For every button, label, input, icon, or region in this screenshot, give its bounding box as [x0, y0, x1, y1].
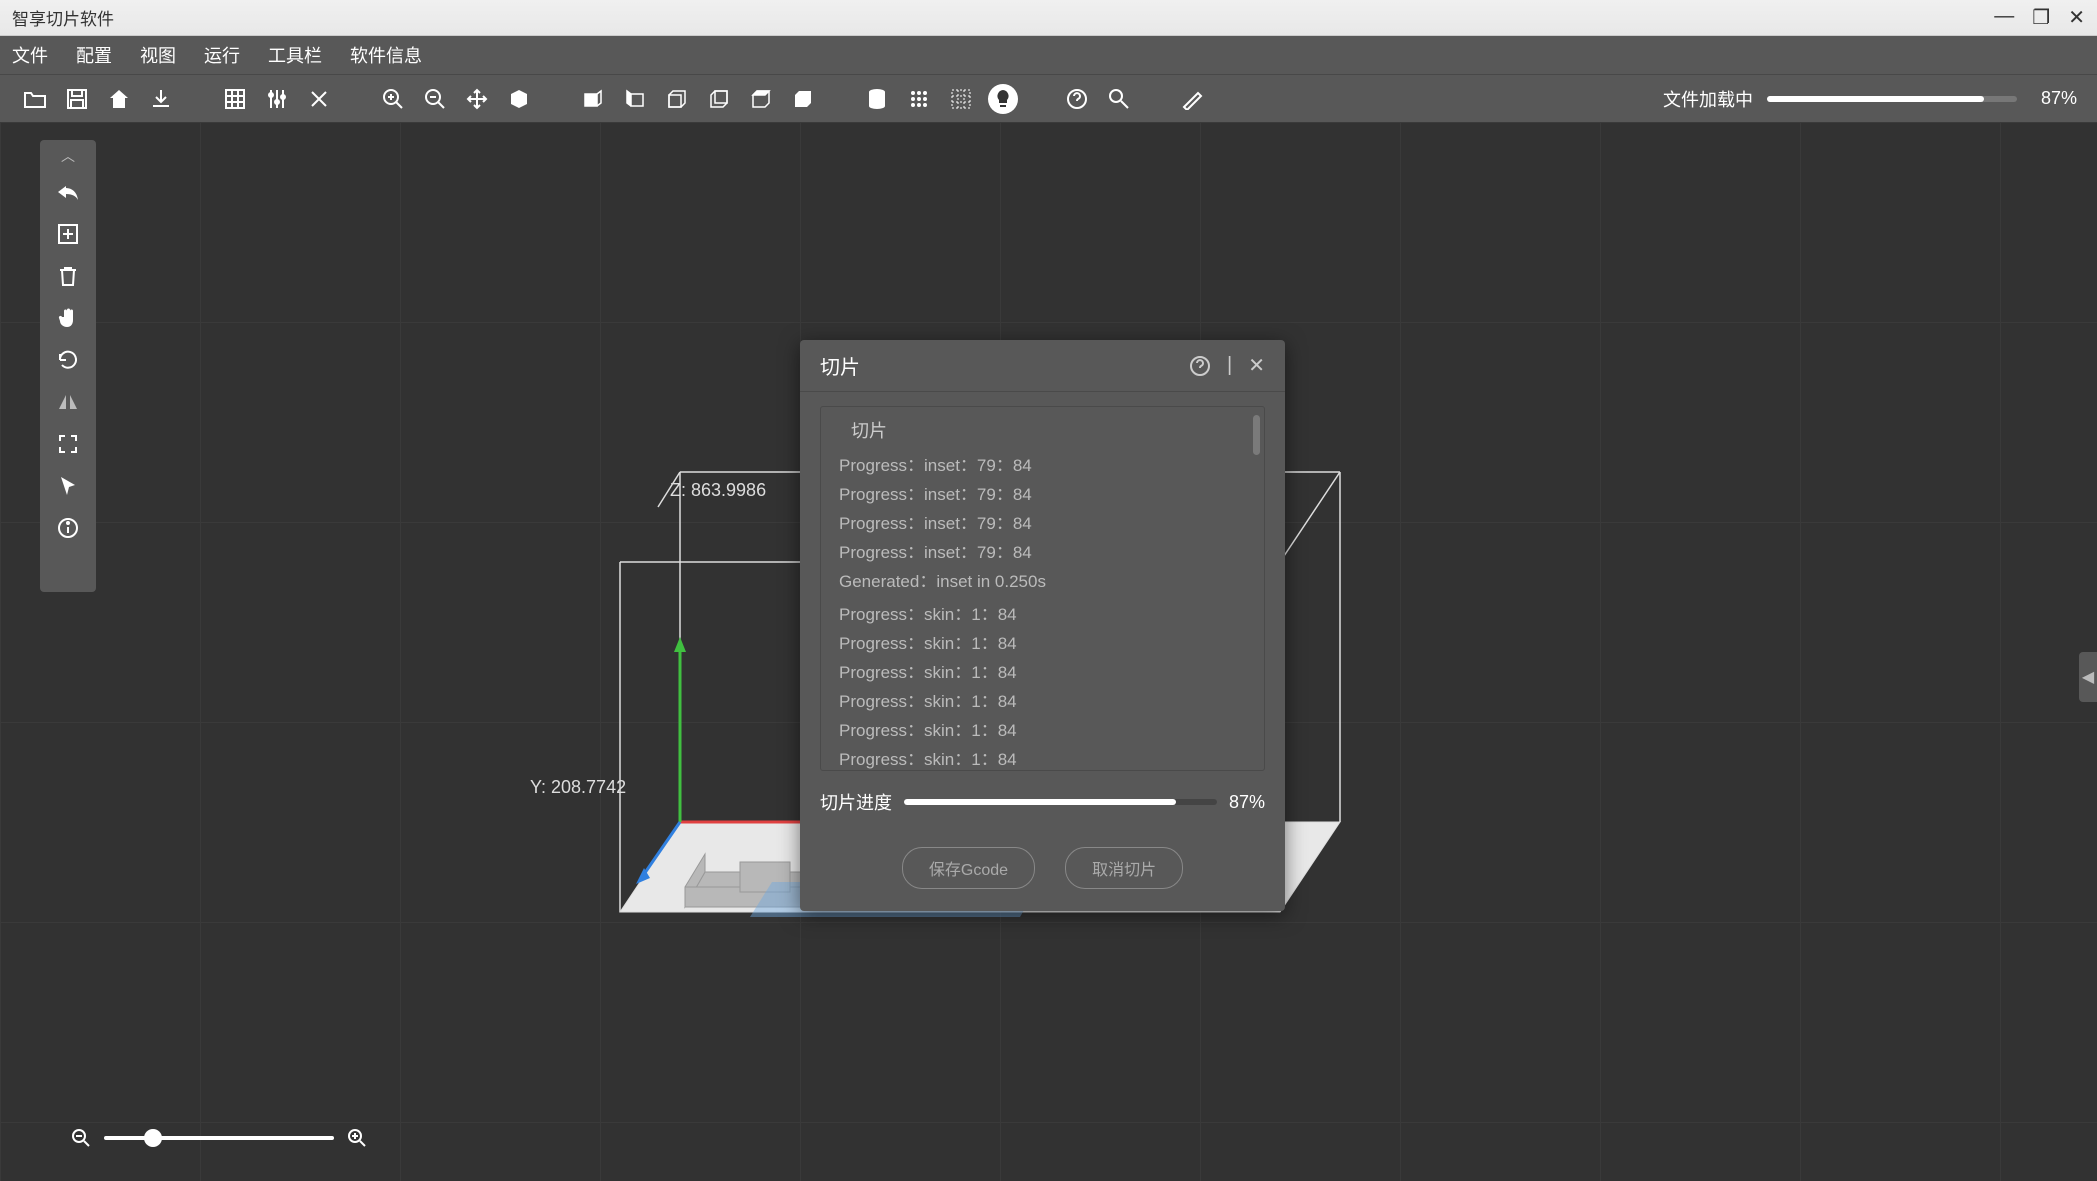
menu-about[interactable]: 软件信息 [350, 42, 422, 68]
dialog-header[interactable]: 切片 | ✕ [800, 340, 1285, 392]
minimize-button[interactable]: — [1994, 5, 2014, 30]
menu-file[interactable]: 文件 [12, 42, 48, 68]
loading-progress-percent: 87% [2041, 88, 2077, 109]
tools-icon[interactable] [304, 84, 334, 114]
log-line: Progress：skin：1：84 [839, 629, 1246, 658]
zoom-out-icon[interactable] [420, 84, 450, 114]
log-line: Progress：skin：1：84 [839, 687, 1246, 716]
view-front-icon[interactable] [662, 84, 692, 114]
cylinder-icon[interactable] [862, 84, 892, 114]
slice-log[interactable]: 切片 Progress：inset：79：84 Progress：inset：7… [820, 406, 1265, 771]
cube-fill-icon[interactable] [504, 84, 534, 114]
right-panel-toggle[interactable]: ◀ [2079, 652, 2097, 702]
search-tool-icon[interactable] [1104, 84, 1134, 114]
light-icon[interactable] [988, 84, 1018, 114]
menu-config[interactable]: 配置 [76, 42, 112, 68]
menu-toolbar[interactable]: 工具栏 [268, 42, 322, 68]
dialog-help-icon[interactable] [1189, 355, 1211, 377]
app-title: 智享切片软件 [12, 5, 1994, 30]
log-line: Progress：skin：1：84 [839, 745, 1246, 771]
left-tool-panel: ︿ [40, 140, 96, 592]
log-line: Progress：skin：1：84 [839, 658, 1246, 687]
cursor-icon[interactable] [52, 470, 84, 502]
slice-progress-percent: 87% [1229, 792, 1265, 813]
menu-bar: 文件 配置 视图 运行 工具栏 软件信息 [0, 36, 2097, 74]
zoom-out-small-icon[interactable] [70, 1127, 92, 1149]
viewport-3d[interactable]: ︿ ◀ [0, 122, 2097, 1181]
log-line: Progress：inset：79：84 [839, 480, 1246, 509]
title-bar: 智享切片软件 — ❐ ✕ [0, 0, 2097, 36]
menu-view[interactable]: 视图 [140, 42, 176, 68]
dialog-close-icon[interactable]: ✕ [1248, 353, 1265, 378]
wireframe-grid-icon[interactable] [946, 84, 976, 114]
download-icon[interactable] [146, 84, 176, 114]
log-line: Progress：skin：1：84 [839, 600, 1246, 629]
z-axis-label: Z: 863.9986 [670, 480, 766, 501]
hand-icon[interactable] [52, 302, 84, 334]
menu-run[interactable]: 运行 [204, 42, 240, 68]
chevron-up-icon[interactable]: ︿ [61, 146, 75, 166]
dialog-separator: | [1227, 354, 1232, 377]
move-icon[interactable] [462, 84, 492, 114]
maximize-button[interactable]: ❐ [2032, 5, 2050, 30]
save-gcode-button[interactable]: 保存Gcode [902, 847, 1035, 889]
loading-label: 文件加载中 [1663, 86, 1753, 112]
slice-progress-bar [904, 799, 1217, 805]
slice-dialog: 切片 | ✕ 切片 Progress：inset：79：84 Progress：… [800, 340, 1285, 911]
save-icon[interactable] [62, 84, 92, 114]
repair-icon[interactable] [52, 554, 84, 586]
dotgrid-icon[interactable] [904, 84, 934, 114]
zoom-in-small-icon[interactable] [346, 1127, 368, 1149]
log-line: Progress：inset：79：84 [839, 509, 1246, 538]
toolbar: 文件加载中 87% [0, 74, 2097, 122]
log-line: Progress：inset：79：84 [839, 538, 1246, 567]
brush-icon[interactable] [1178, 84, 1208, 114]
loading-progress-bar [1767, 96, 2017, 102]
zoom-slider[interactable] [104, 1136, 334, 1140]
grid-icon[interactable] [220, 84, 250, 114]
fullscreen-icon[interactable] [52, 428, 84, 460]
open-folder-icon[interactable] [20, 84, 50, 114]
log-scrollbar[interactable] [1253, 415, 1260, 455]
log-line: Generated：inset in 0.250s [839, 567, 1246, 596]
sliders-icon[interactable] [262, 84, 292, 114]
log-line: Progress：skin：1：84 [839, 716, 1246, 745]
view-right-icon[interactable] [620, 84, 650, 114]
cancel-slice-button[interactable]: 取消切片 [1065, 847, 1183, 889]
home-icon[interactable] [104, 84, 134, 114]
dialog-title: 切片 [820, 351, 1189, 380]
help-icon[interactable] [1062, 84, 1092, 114]
mirror-icon[interactable] [52, 386, 84, 418]
zoom-slider-group [70, 1127, 368, 1149]
refresh-icon[interactable] [52, 344, 84, 376]
info-icon[interactable] [52, 512, 84, 544]
log-line: Progress：inset：79：84 [839, 451, 1246, 480]
undo-icon[interactable] [52, 176, 84, 208]
window-controls: — ❐ ✕ [1994, 5, 2085, 30]
trash-icon[interactable] [52, 260, 84, 292]
toolbar-right: 文件加载中 87% [1663, 86, 2077, 112]
view-left-icon[interactable] [578, 84, 608, 114]
zoom-in-icon[interactable] [378, 84, 408, 114]
slice-progress-label: 切片进度 [820, 789, 892, 815]
view-back-icon[interactable] [704, 84, 734, 114]
close-window-button[interactable]: ✕ [2068, 5, 2085, 30]
slice-progress-row: 切片进度 87% [820, 789, 1265, 815]
y-axis-label: Y: 208.7742 [530, 777, 626, 798]
zoom-slider-handle[interactable] [144, 1129, 162, 1147]
add-icon[interactable] [52, 218, 84, 250]
view-solid-icon[interactable] [788, 84, 818, 114]
view-top-icon[interactable] [746, 84, 776, 114]
log-section-title: 切片 [839, 417, 1246, 443]
